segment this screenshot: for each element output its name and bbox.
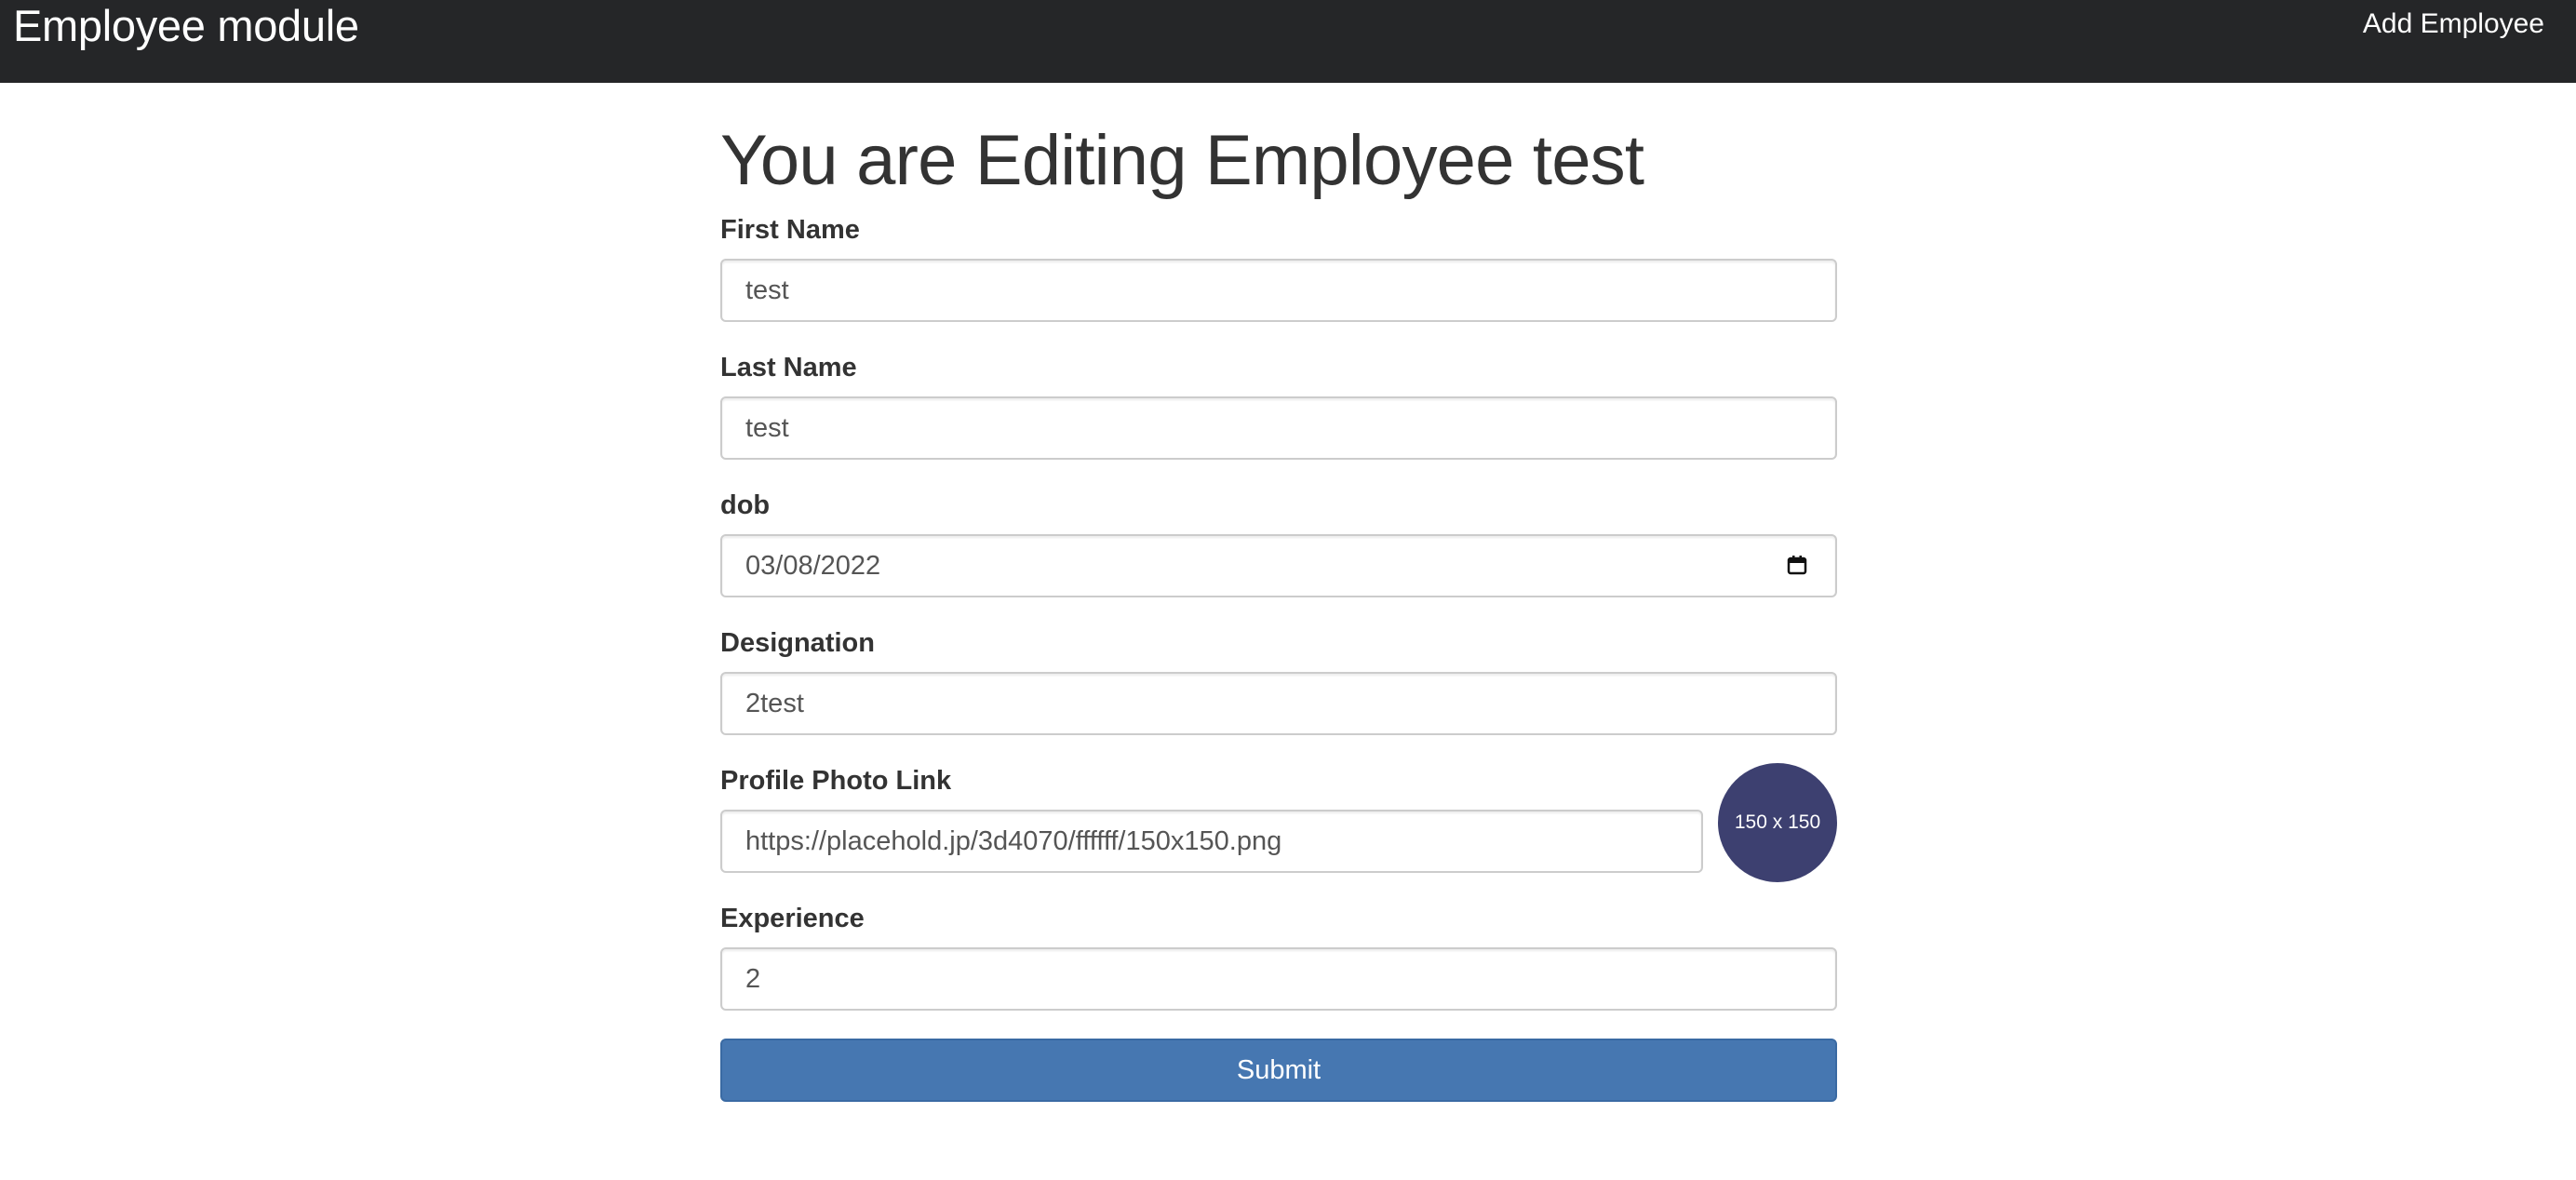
designation-input[interactable]: 2test bbox=[720, 672, 1837, 735]
dob-value: 03/08/2022 bbox=[745, 551, 881, 581]
first-name-label: First Name bbox=[720, 215, 860, 245]
calendar-icon[interactable] bbox=[1787, 555, 1807, 575]
dob-date-input[interactable]: 03/08/2022 bbox=[720, 534, 1837, 597]
add-employee-link[interactable]: Add Employee bbox=[2363, 7, 2544, 41]
profile-photo-preview: 150 x 150 bbox=[1718, 763, 1837, 882]
profile-photo-label: Profile Photo Link bbox=[720, 766, 952, 796]
designation-label: Designation bbox=[720, 628, 875, 658]
profile-photo-input[interactable]: https://placehold.jp/3d4070/ffffff/150x1… bbox=[720, 810, 1703, 873]
submit-button[interactable]: Submit bbox=[720, 1039, 1837, 1102]
first-name-input[interactable]: test bbox=[720, 259, 1837, 322]
top-navbar: Employee module Add Employee bbox=[0, 0, 2576, 83]
experience-label: Experience bbox=[720, 904, 865, 933]
navbar-brand[interactable]: Employee module bbox=[13, 0, 359, 52]
experience-input[interactable]: 2 bbox=[720, 947, 1837, 1011]
page-title: You are Editing Employee test bbox=[720, 121, 1644, 200]
last-name-input[interactable]: test bbox=[720, 396, 1837, 460]
last-name-label: Last Name bbox=[720, 353, 857, 382]
dob-label: dob bbox=[720, 490, 771, 520]
